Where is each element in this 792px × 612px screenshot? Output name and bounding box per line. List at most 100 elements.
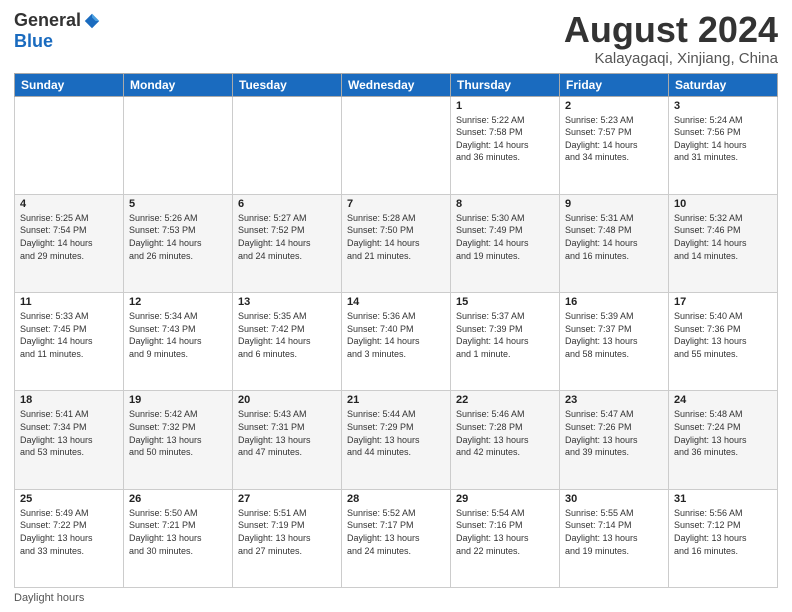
col-monday: Monday: [124, 73, 233, 96]
table-row: 15Sunrise: 5:37 AM Sunset: 7:39 PM Dayli…: [451, 293, 560, 391]
day-info: Sunrise: 5:41 AM Sunset: 7:34 PM Dayligh…: [20, 408, 118, 458]
day-info: Sunrise: 5:48 AM Sunset: 7:24 PM Dayligh…: [674, 408, 772, 458]
table-row: 18 Sunrise: 5:41 AM Sunset: 7:34 PM Dayli…: [15, 391, 124, 489]
day-info: Sunrise: 5:50 AM Sunset: 7:21 PM Dayligh…: [129, 507, 227, 557]
table-row: 1 Sunrise: 5:22 AM Sunset: 7:58 PM Daylig…: [451, 96, 560, 194]
col-thursday: Thursday: [451, 73, 560, 96]
day-number: 20: [238, 394, 336, 406]
col-tuesday: Tuesday: [233, 73, 342, 96]
day-number: 18: [20, 394, 118, 406]
logo: General Blue: [14, 10, 101, 52]
table-row: 5Sunrise: 5:26 AM Sunset: 7:53 PM Daylig…: [124, 194, 233, 292]
day-number: 24: [674, 394, 772, 406]
day-info: Sunrise: 5:33 AM Sunset: 7:45 PM Dayligh…: [20, 310, 118, 360]
day-number: 2: [565, 100, 663, 112]
table-row: 10Sunrise: 5:32 AM Sunset: 7:46 PM Dayli…: [669, 194, 778, 292]
table-row: [342, 96, 451, 194]
day-number: 26: [129, 493, 227, 505]
logo-text: General: [14, 10, 101, 31]
table-row: 11 Sunrise: 5:33 AM Sunset: 7:45 PM Dayli…: [15, 293, 124, 391]
day-number: 10: [674, 198, 772, 210]
table-row: 19 Sunrise: 5:42 AM Sunset: 7:32 PM Dayli…: [124, 391, 233, 489]
page: General Blue August 2024 Kalayagaqi, Xin…: [0, 0, 792, 612]
table-row: 31Sunrise: 5:56 AM Sunset: 7:12 PM Dayli…: [669, 489, 778, 587]
day-number: 29: [456, 493, 554, 505]
table-row: 17Sunrise: 5:40 AM Sunset: 7:36 PM Dayli…: [669, 293, 778, 391]
day-info: Sunrise: 5:39 AM Sunset: 7:37 PM Dayligh…: [565, 310, 663, 360]
day-info: Sunrise: 5:52 AM Sunset: 7:17 PM Dayligh…: [347, 507, 445, 557]
footer-note: Daylight hours: [14, 592, 778, 604]
day-info: Sunrise: 5:30 AM Sunset: 7:49 PM Dayligh…: [456, 212, 554, 262]
day-number: 19: [129, 394, 227, 406]
day-number: 5: [129, 198, 227, 210]
day-number: 6: [238, 198, 336, 210]
day-number: 22: [456, 394, 554, 406]
table-row: 29 Sunrise: 5:54 AM Sunset: 7:16 PM Dayli…: [451, 489, 560, 587]
table-row: 16 Sunrise: 5:39 AM Sunset: 7:37 PM Dayli…: [560, 293, 669, 391]
day-info: Sunrise: 5:34 AM Sunset: 7:43 PM Dayligh…: [129, 310, 227, 360]
day-info: Sunrise: 5:46 AM Sunset: 7:28 PM Dayligh…: [456, 408, 554, 458]
day-info: Sunrise: 5:28 AM Sunset: 7:50 PM Dayligh…: [347, 212, 445, 262]
day-number: 4: [20, 198, 118, 210]
calendar-header-row: Sunday Monday Tuesday Wednesday Thursday…: [15, 73, 778, 96]
month-title: August 2024: [564, 10, 778, 50]
day-number: 23: [565, 394, 663, 406]
table-row: 21 Sunrise: 5:44 AM Sunset: 7:29 PM Dayli…: [342, 391, 451, 489]
day-number: 11: [20, 296, 118, 308]
col-friday: Friday: [560, 73, 669, 96]
day-info: Sunrise: 5:44 AM Sunset: 7:29 PM Dayligh…: [347, 408, 445, 458]
day-info: Sunrise: 5:27 AM Sunset: 7:52 PM Dayligh…: [238, 212, 336, 262]
day-info: Sunrise: 5:40 AM Sunset: 7:36 PM Dayligh…: [674, 310, 772, 360]
day-info: Sunrise: 5:47 AM Sunset: 7:26 PM Dayligh…: [565, 408, 663, 458]
day-info: Sunrise: 5:36 AM Sunset: 7:40 PM Dayligh…: [347, 310, 445, 360]
table-row: [233, 96, 342, 194]
table-row: 27Sunrise: 5:51 AM Sunset: 7:19 PM Dayli…: [233, 489, 342, 587]
logo-blue-text: Blue: [14, 31, 53, 51]
day-info: Sunrise: 5:51 AM Sunset: 7:19 PM Dayligh…: [238, 507, 336, 557]
location: Kalayagaqi, Xinjiang, China: [564, 50, 778, 67]
day-info: Sunrise: 5:54 AM Sunset: 7:16 PM Dayligh…: [456, 507, 554, 557]
table-row: 28Sunrise: 5:52 AM Sunset: 7:17 PM Dayli…: [342, 489, 451, 587]
day-info: Sunrise: 5:56 AM Sunset: 7:12 PM Dayligh…: [674, 507, 772, 557]
table-row: 23 Sunrise: 5:47 AM Sunset: 7:26 PM Dayli…: [560, 391, 669, 489]
calendar-week-row: 11 Sunrise: 5:33 AM Sunset: 7:45 PM Dayli…: [15, 293, 778, 391]
day-info: Sunrise: 5:22 AM Sunset: 7:58 PM Dayligh…: [456, 114, 554, 164]
table-row: 2 Sunrise: 5:23 AM Sunset: 7:57 PM Daylig…: [560, 96, 669, 194]
table-row: [124, 96, 233, 194]
day-number: 13: [238, 296, 336, 308]
table-row: 4 Sunrise: 5:25 AM Sunset: 7:54 PM Daylig…: [15, 194, 124, 292]
table-row: 25Sunrise: 5:49 AM Sunset: 7:22 PM Dayli…: [15, 489, 124, 587]
table-row: 13 Sunrise: 5:35 AM Sunset: 7:42 PM Dayli…: [233, 293, 342, 391]
calendar: Sunday Monday Tuesday Wednesday Thursday…: [14, 73, 778, 588]
day-number: 16: [565, 296, 663, 308]
table-row: 26 Sunrise: 5:50 AM Sunset: 7:21 PM Dayli…: [124, 489, 233, 587]
table-row: 6 Sunrise: 5:27 AM Sunset: 7:52 PM Daylig…: [233, 194, 342, 292]
day-info: Sunrise: 5:23 AM Sunset: 7:57 PM Dayligh…: [565, 114, 663, 164]
day-number: 1: [456, 100, 554, 112]
table-row: 24 Sunrise: 5:48 AM Sunset: 7:24 PM Dayli…: [669, 391, 778, 489]
calendar-week-row: 1 Sunrise: 5:22 AM Sunset: 7:58 PM Daylig…: [15, 96, 778, 194]
header: General Blue August 2024 Kalayagaqi, Xin…: [14, 10, 778, 67]
day-number: 9: [565, 198, 663, 210]
table-row: 3Sunrise: 5:24 AM Sunset: 7:56 PM Daylig…: [669, 96, 778, 194]
day-number: 14: [347, 296, 445, 308]
day-number: 30: [565, 493, 663, 505]
col-wednesday: Wednesday: [342, 73, 451, 96]
col-saturday: Saturday: [669, 73, 778, 96]
table-row: 30 Sunrise: 5:55 AM Sunset: 7:14 PM Dayli…: [560, 489, 669, 587]
day-number: 8: [456, 198, 554, 210]
day-info: Sunrise: 5:25 AM Sunset: 7:54 PM Dayligh…: [20, 212, 118, 262]
table-row: [15, 96, 124, 194]
day-number: 21: [347, 394, 445, 406]
table-row: 14 Sunrise: 5:36 AM Sunset: 7:40 PM Dayli…: [342, 293, 451, 391]
table-row: 8 Sunrise: 5:30 AM Sunset: 7:49 PM Daylig…: [451, 194, 560, 292]
calendar-week-row: 18 Sunrise: 5:41 AM Sunset: 7:34 PM Dayli…: [15, 391, 778, 489]
day-info: Sunrise: 5:55 AM Sunset: 7:14 PM Dayligh…: [565, 507, 663, 557]
title-area: August 2024 Kalayagaqi, Xinjiang, China: [564, 10, 778, 67]
table-row: 9Sunrise: 5:31 AM Sunset: 7:48 PM Daylig…: [560, 194, 669, 292]
day-info: Sunrise: 5:42 AM Sunset: 7:32 PM Dayligh…: [129, 408, 227, 458]
col-sunday: Sunday: [15, 73, 124, 96]
day-info: Sunrise: 5:35 AM Sunset: 7:42 PM Dayligh…: [238, 310, 336, 360]
day-info: Sunrise: 5:43 AM Sunset: 7:31 PM Dayligh…: [238, 408, 336, 458]
table-row: 12Sunrise: 5:34 AM Sunset: 7:43 PM Dayli…: [124, 293, 233, 391]
